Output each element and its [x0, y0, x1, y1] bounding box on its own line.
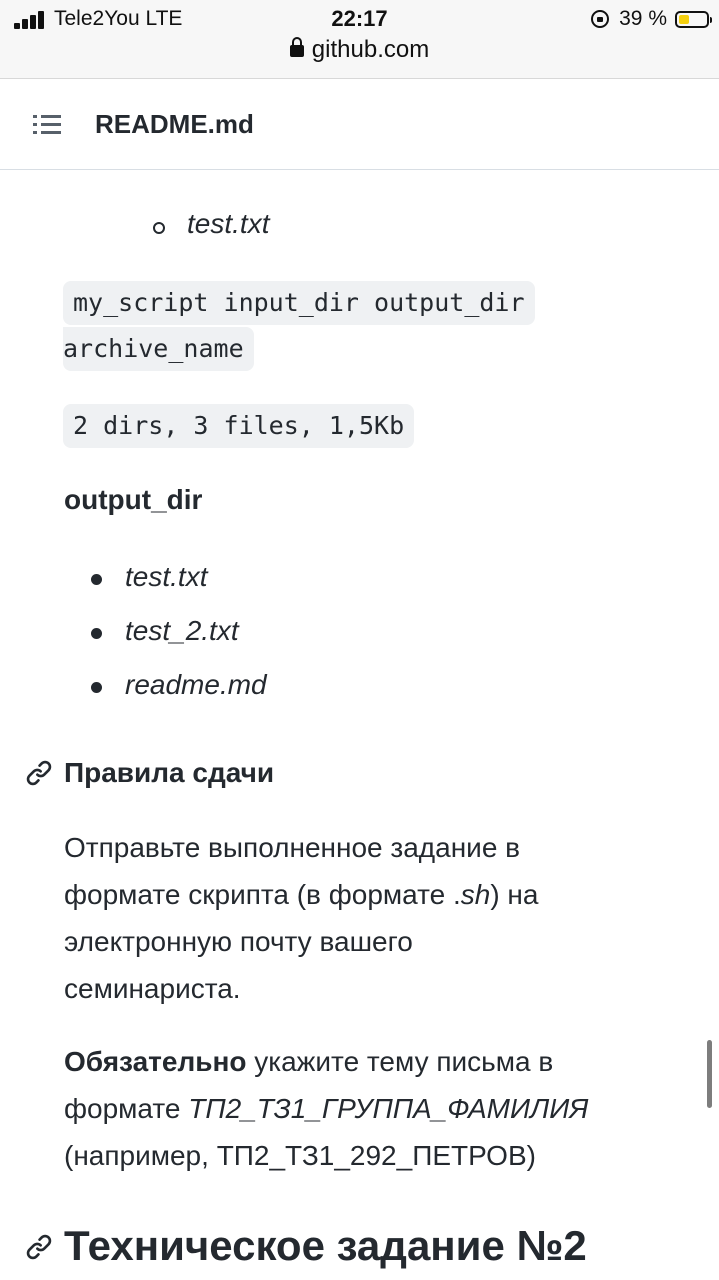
list-bullet: [91, 628, 102, 639]
code-command-line2: archive_name: [63, 327, 254, 371]
section-heading: Техническое задание №2: [64, 1222, 587, 1269]
battery-icon: [675, 10, 712, 28]
code-command-line1: my_script input_dir output_dir: [63, 281, 535, 325]
code-summary: 2 dirs, 3 files, 1,5Kb: [63, 404, 415, 448]
para-line: формате скрипта (в формате .sh) на: [64, 879, 539, 910]
url-text: github.com: [311, 36, 430, 63]
para-line: Отправьте выполненное задание в: [64, 832, 521, 863]
rules-heading: Правила сдачи: [64, 757, 275, 788]
list-bullet: [91, 574, 102, 585]
orientation-lock-icon: [591, 10, 610, 28]
address-bar[interactable]: github.com: [0, 36, 719, 64]
para-line: (например, ТП2_ТЗ1_292_ПЕТРОВ): [64, 1140, 536, 1171]
status-right: 39 %: [591, 6, 712, 32]
output-dir-heading: output_dir: [64, 484, 203, 515]
circle-bullet: [153, 222, 165, 234]
scrollbar-thumb[interactable]: [707, 1040, 712, 1108]
list-item: test.txt: [125, 561, 208, 592]
subject-paragraph: Обязательно укажите тему письма в формат…: [64, 1038, 664, 1179]
list-bullet: [91, 682, 102, 693]
anchor-link-icon[interactable]: [25, 759, 53, 787]
status-bar: Tele2You LTE 22:17 github.com 39 %: [0, 0, 719, 79]
list-item: test_2.txt: [125, 615, 239, 646]
para-line: формате ТП2_ТЗ1_ГРУППА_ФАМИЛИЯ: [64, 1093, 589, 1124]
file-name: README.md: [95, 109, 254, 139]
battery-percent: 39 %: [619, 7, 667, 30]
submission-paragraph: Отправьте выполненное задание в формате …: [64, 824, 664, 1012]
lock-icon: [289, 37, 304, 57]
nested-list-item: test.txt: [187, 208, 270, 239]
anchor-link-icon[interactable]: [25, 1233, 53, 1261]
para-line: семинариста.: [64, 973, 241, 1004]
table-of-contents-icon[interactable]: [33, 113, 63, 137]
para-line: Обязательно укажите тему письма в: [64, 1046, 554, 1077]
list-item: readme.md: [125, 669, 267, 700]
para-line: электронную почту вашего: [64, 926, 413, 957]
